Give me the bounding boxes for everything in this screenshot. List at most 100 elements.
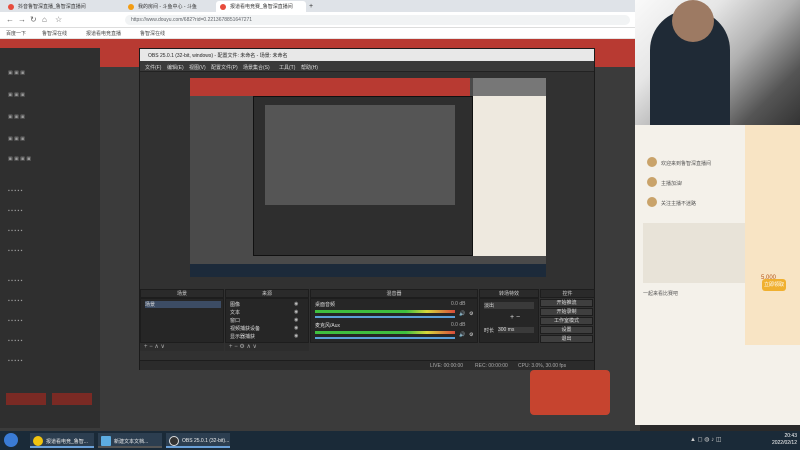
- browser-icon: [33, 436, 43, 446]
- sidebar-item[interactable]: ▣ ▣ ▣: [8, 114, 25, 120]
- sources-list: 图像 文本 窗口 视频捕获设备 显示器捕获 ◉ ◉ ◉ ◉ ◉: [225, 298, 309, 343]
- audio-meter: [315, 331, 455, 334]
- source-item[interactable]: 视频捕获设备: [230, 325, 260, 332]
- mixer-channel-name: 麦克风/Aux: [315, 323, 341, 329]
- audio-meter: [315, 310, 455, 313]
- sidebar-item[interactable]: ▣ ▣ ▣: [8, 92, 25, 98]
- speaker-icon[interactable]: 🔊: [459, 332, 465, 338]
- gear-icon[interactable]: ⚙: [469, 332, 473, 338]
- sidebar-button[interactable]: [6, 393, 46, 405]
- up-icon[interactable]: ∧: [246, 344, 250, 350]
- sidebar-item[interactable]: ▪ ▪ ▪ ▪ ▪: [8, 298, 22, 304]
- down-icon[interactable]: ∨: [253, 344, 257, 350]
- up-icon[interactable]: ∧: [154, 344, 158, 350]
- browser-tab[interactable]: 我的房间 - 斗鱼中心 - 斗鱼: [124, 1, 214, 12]
- obs-preview[interactable]: [190, 78, 546, 277]
- volume-slider[interactable]: [315, 337, 455, 339]
- star-icon[interactable]: ☆: [55, 15, 62, 24]
- down-icon[interactable]: ∨: [160, 344, 164, 350]
- source-item[interactable]: 显示器捕获: [230, 333, 255, 340]
- bookmark-item[interactable]: 鲁智深在线: [42, 30, 67, 37]
- new-tab-button[interactable]: +: [306, 1, 320, 12]
- visibility-icon[interactable]: ◉: [294, 301, 298, 307]
- sidebar-item[interactable]: ▣ ▣ ▣ ▣: [8, 156, 31, 162]
- clock-date: 2022/02/12: [771, 440, 797, 446]
- menu-item-tools[interactable]: 工具(T): [279, 64, 295, 71]
- menu-item-profile[interactable]: 配置文件(P): [211, 64, 238, 71]
- sidebar-item[interactable]: ▪ ▪ ▪ ▪ ▪: [8, 318, 22, 324]
- obs-title-bar: OBS 25.0.1 (32-bit, windows) - 配置文件: 未命名…: [140, 49, 594, 61]
- sources-toolbar: + − ⚙ ∧ ∨: [225, 343, 309, 351]
- remove-icon[interactable]: −: [234, 344, 238, 350]
- browser-tab-active[interactable]: 报道看电竞赛_鲁智深直播间: [216, 1, 306, 12]
- obs-status-bar: LIVE: 00:00:00 REC: 00:00:00 CPU: 3.0%, …: [140, 360, 594, 370]
- sidebar-item[interactable]: ▪ ▪ ▪ ▪ ▪: [8, 358, 22, 364]
- home-icon[interactable]: ⌂: [42, 15, 47, 24]
- visibility-icon[interactable]: ◉: [294, 309, 298, 315]
- tab-favicon-icon: [220, 4, 226, 10]
- menu-item-scene-collection[interactable]: 场景集合(S): [243, 64, 270, 71]
- chat-message: 欢迎来到鲁智深直播间: [661, 161, 712, 167]
- speaker-icon[interactable]: 🔊: [459, 311, 465, 317]
- exit-button[interactable]: 退出: [540, 335, 593, 343]
- tray-icons[interactable]: ▲ ◻ ◍ ♪ ◫: [690, 436, 722, 443]
- back-icon[interactable]: ←: [6, 15, 14, 24]
- transition-select[interactable]: 淡出: [484, 302, 534, 309]
- scene-item[interactable]: 场景: [145, 301, 221, 308]
- menu-item-view[interactable]: 视图(V): [189, 64, 206, 71]
- scenes-dock-header: 场景: [140, 289, 224, 298]
- promo-button[interactable]: 立即领取: [762, 279, 786, 291]
- gear-icon[interactable]: ⚙: [469, 311, 473, 317]
- sidebar-item[interactable]: ▣ ▣ ▣: [8, 70, 25, 76]
- taskbar-clock[interactable]: 20:43 2022/02/12: [755, 433, 797, 448]
- sidebar-item[interactable]: ▣ ▣ ▣: [8, 136, 25, 142]
- volume-slider[interactable]: [315, 316, 455, 318]
- forward-icon[interactable]: →: [18, 15, 26, 24]
- settings-button[interactable]: 设置: [540, 326, 593, 334]
- chat-message: 主播加油!: [661, 181, 683, 187]
- sidebar-item[interactable]: ▪ ▪ ▪ ▪ ▪: [8, 248, 22, 254]
- bookmark-item[interactable]: 报道看电竞直播: [86, 30, 121, 37]
- reload-icon[interactable]: ↻: [30, 15, 37, 24]
- start-recording-button[interactable]: 开始录制: [540, 308, 593, 316]
- menu-item-help[interactable]: 帮助(H): [301, 64, 318, 71]
- browser-tab[interactable]: 抖音鲁智深直播_鲁智深直播间: [4, 1, 122, 12]
- studio-mode-button[interactable]: 工作室模式: [540, 317, 593, 325]
- sidebar-item[interactable]: ▪ ▪ ▪ ▪ ▪: [8, 338, 22, 344]
- sidebar-item[interactable]: ▪ ▪ ▪ ▪ ▪: [8, 208, 22, 214]
- promo-box[interactable]: [530, 370, 610, 415]
- visibility-icon[interactable]: ◉: [294, 333, 298, 339]
- windows-taskbar: 报道看电竞_鲁智... 新建文本文档... OBS 25.0.1 (32-bit…: [0, 431, 800, 450]
- visibility-icon[interactable]: ◉: [294, 317, 298, 323]
- bookmark-item[interactable]: 鲁智深在线: [140, 30, 165, 37]
- add-icon[interactable]: +: [144, 344, 148, 350]
- url-input[interactable]: https://www.douyu.com/682?rid=0.22136788…: [125, 15, 630, 25]
- duration-input[interactable]: 300 ms: [498, 327, 534, 333]
- visibility-icon[interactable]: ◉: [294, 325, 298, 331]
- preview-chat: [473, 96, 546, 256]
- sidebar-item[interactable]: ▪ ▪ ▪ ▪ ▪: [8, 188, 22, 194]
- source-item[interactable]: 图像: [230, 301, 240, 308]
- menu-item-edit[interactable]: 编辑(E): [167, 64, 184, 71]
- mixer-channel-db: 0.0 dB: [451, 301, 466, 307]
- gear-icon[interactable]: ⚙: [239, 344, 244, 350]
- start-streaming-button[interactable]: 开始推流: [540, 299, 593, 307]
- source-item[interactable]: 窗口: [230, 317, 240, 324]
- sidebar-item[interactable]: ▪ ▪ ▪ ▪ ▪: [8, 228, 22, 234]
- bookmark-item[interactable]: 百度一下: [6, 30, 26, 37]
- remove-icon[interactable]: −: [149, 344, 153, 350]
- add-icon[interactable]: +: [229, 344, 233, 350]
- scenes-toolbar: + − ∧ ∨: [140, 343, 224, 351]
- taskbar-item-notepad[interactable]: 新建文本文档...: [98, 433, 162, 448]
- avatar: [647, 197, 657, 207]
- menu-item-file[interactable]: 文件(F): [145, 64, 161, 71]
- promo-banner[interactable]: 5,000: [745, 125, 800, 345]
- taskbar-item-obs[interactable]: OBS 25.0.1 (32-bit)...: [166, 433, 230, 448]
- taskbar-item-browser[interactable]: 报道看电竞_鲁智...: [30, 433, 94, 448]
- add-icon[interactable]: + −: [510, 314, 520, 321]
- sidebar-item[interactable]: ▪ ▪ ▪ ▪ ▪: [8, 278, 22, 284]
- source-item[interactable]: 文本: [230, 309, 240, 316]
- start-button[interactable]: [4, 433, 18, 447]
- webcam-person-head: [672, 0, 714, 42]
- sidebar-button[interactable]: [52, 393, 92, 405]
